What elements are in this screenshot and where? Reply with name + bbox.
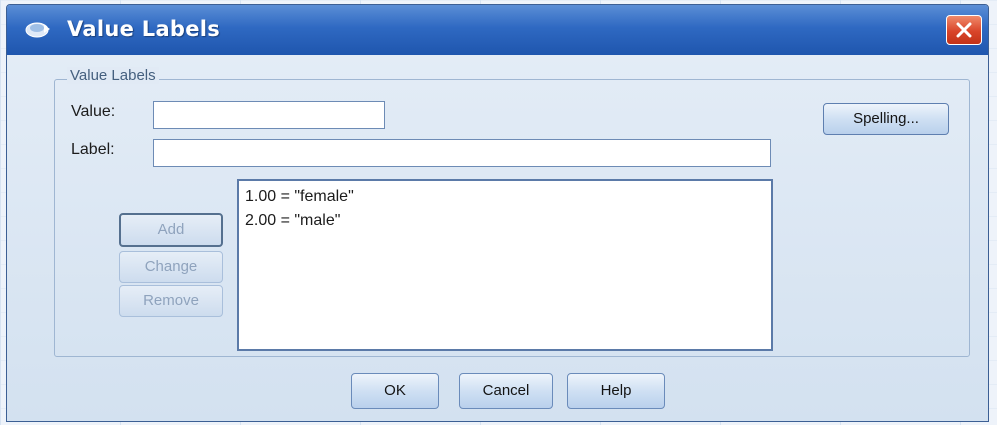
help-button[interactable]: Help [567, 373, 665, 409]
value-labels-dialog: Value Labels Value Labels Value: Label: … [6, 4, 989, 422]
dialog-title: Value Labels [67, 17, 221, 41]
add-button[interactable]: Add [119, 213, 223, 247]
list-item[interactable]: 2.00 = "male" [245, 209, 765, 233]
value-labels-list[interactable]: 1.00 = "female" 2.00 = "male" [237, 179, 773, 351]
label-field-label: Label: [71, 141, 115, 158]
remove-button[interactable]: Remove [119, 285, 223, 317]
spelling-button[interactable]: Spelling... [823, 103, 949, 135]
close-icon [956, 22, 972, 38]
label-input[interactable] [153, 139, 771, 167]
ok-button[interactable]: OK [351, 373, 439, 409]
value-field-label: Value: [71, 103, 116, 120]
close-button[interactable] [946, 15, 982, 45]
change-button[interactable]: Change [119, 251, 223, 283]
group-legend: Value Labels [67, 67, 159, 84]
cancel-button[interactable]: Cancel [459, 373, 553, 409]
title-bar[interactable]: Value Labels [7, 5, 988, 56]
list-item[interactable]: 1.00 = "female" [245, 185, 765, 209]
dialog-body: Value Labels Value: Label: Spelling... A… [7, 55, 988, 421]
value-input[interactable] [153, 101, 385, 129]
dialog-app-icon [25, 19, 51, 39]
